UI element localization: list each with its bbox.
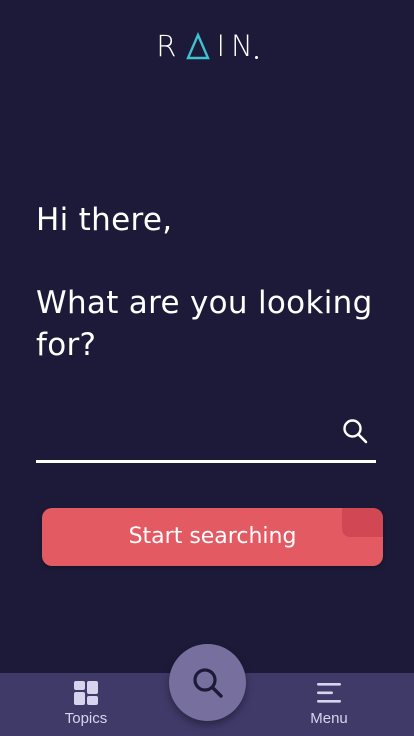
center-search-button[interactable] [169,644,246,721]
question-text: What are you looking for? [36,285,373,363]
grid-icon [74,681,98,705]
start-searching-button[interactable]: Start searching [42,508,383,566]
tab-menu[interactable]: Menu [269,673,389,736]
hamburger-icon [317,683,341,703]
search-input[interactable] [36,408,326,458]
search-field[interactable] [36,408,376,463]
start-searching-label: Start searching [128,524,297,549]
tab-menu-label: Menu [310,710,348,727]
tab-topics-label: Topics [64,710,108,727]
search-icon [192,667,223,698]
search-icon[interactable] [342,418,368,444]
app-screen: R IN Hi there, What are you looking for?… [0,0,414,736]
tab-topics[interactable]: Topics [26,673,146,736]
logo-dot [254,56,258,59]
brand-logo: R IN [0,30,414,62]
logo-letters-end: IN [216,29,259,63]
logo-triangle-icon [186,32,211,60]
greeting-text: Hi there, [36,202,173,238]
logo-letters-start: R [156,29,183,63]
